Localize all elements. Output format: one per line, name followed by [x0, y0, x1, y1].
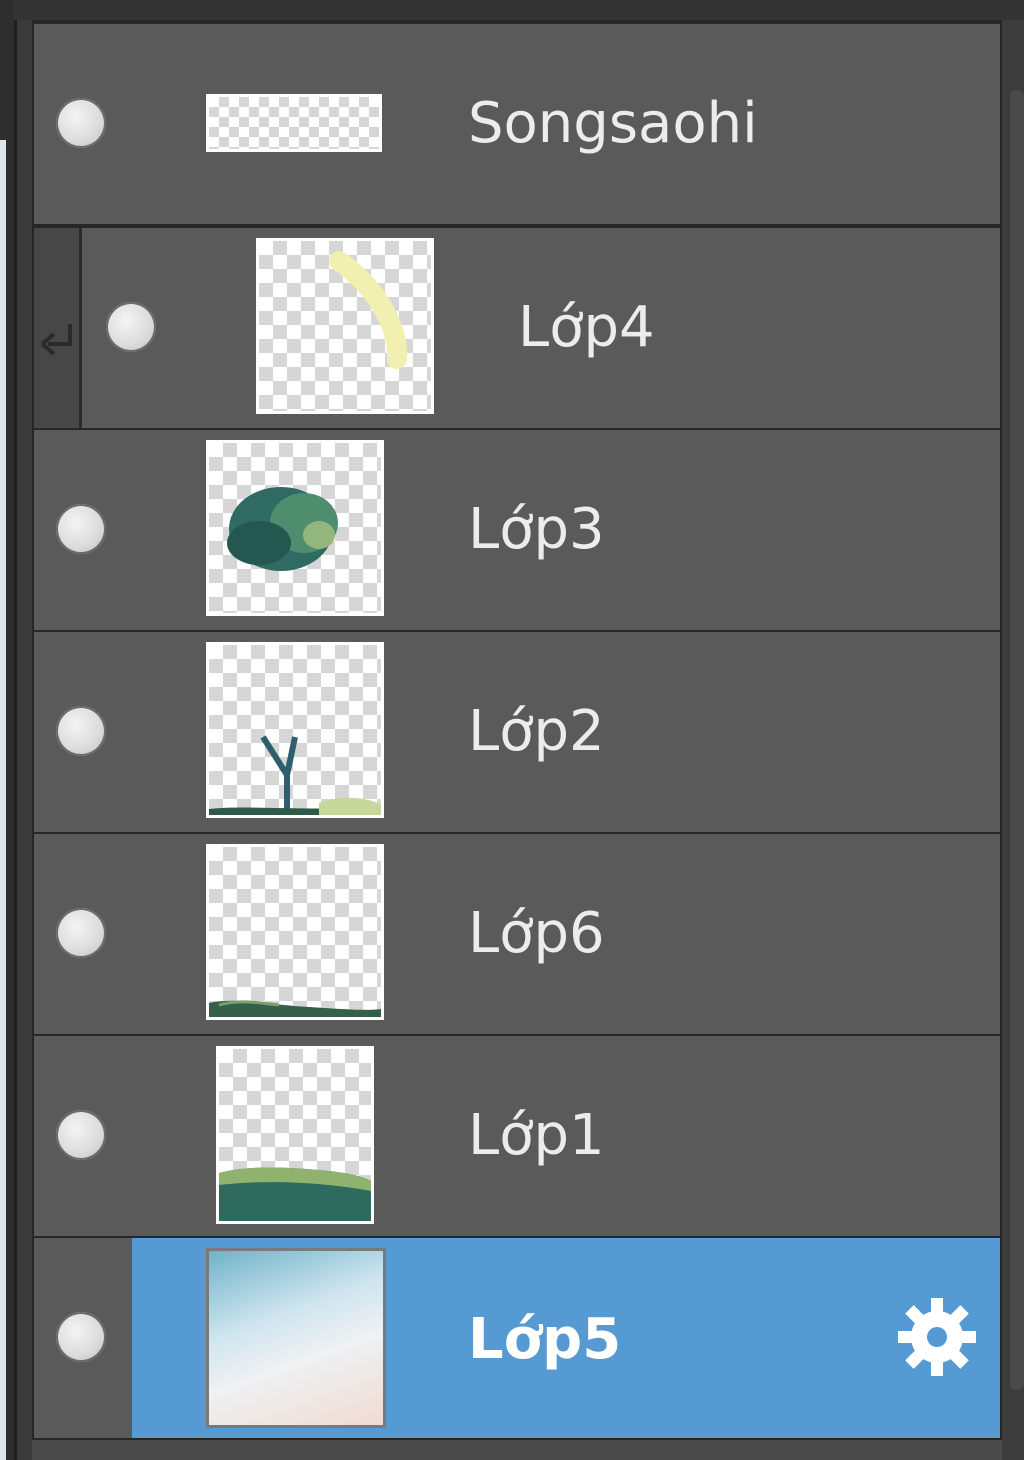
gear-icon[interactable]: [892, 1292, 982, 1382]
layer-thumbnail: [206, 1248, 386, 1428]
layer-name: Lớp4: [518, 295, 655, 360]
layer-thumbnail: [256, 238, 434, 414]
clipping-indicator: [34, 228, 82, 428]
visibility-dot-icon[interactable]: [56, 98, 106, 148]
layer-thumbnail: [206, 94, 382, 152]
yellow-stroke-art: [329, 251, 408, 369]
panel-bottom: [32, 1440, 1002, 1460]
layer-thumbnail: [206, 844, 384, 1020]
visibility-dot-icon[interactable]: [56, 1312, 106, 1362]
layer-row-lop4[interactable]: Lớp4: [32, 226, 1002, 430]
layer-name: Songsaohi: [468, 91, 758, 156]
layer-thumbnail: [216, 1046, 374, 1224]
layer-thumbnail: [206, 642, 384, 818]
visibility-dot-icon[interactable]: [106, 302, 156, 352]
grass-line-art: [209, 1000, 381, 1017]
layer-name: Lớp3: [468, 497, 605, 562]
layer-thumbnail: [206, 440, 384, 616]
hill-art: [219, 1167, 371, 1221]
layer-name: Lớp6: [468, 901, 605, 966]
visibility-dot-icon[interactable]: [56, 504, 106, 554]
layer-name: Lớp2: [468, 699, 605, 764]
layer-name: Lớp1: [468, 1103, 605, 1168]
visibility-dot-icon[interactable]: [56, 1110, 106, 1160]
tree-canopy-art: [227, 487, 338, 571]
clip-arrow-icon: [40, 324, 72, 356]
layer-row-lop5[interactable]: Lớp5: [32, 1236, 1002, 1440]
layer-name: Lớp5: [468, 1307, 622, 1372]
visibility-dot-icon[interactable]: [56, 706, 106, 756]
scrollbar[interactable]: [1002, 20, 1024, 1460]
layer-row-songsaohi[interactable]: Songsaohi: [32, 22, 1002, 226]
trunk-art: [209, 735, 381, 815]
layer-row-lop2[interactable]: Lớp2: [32, 630, 1002, 834]
visibility-dot-icon[interactable]: [56, 908, 106, 958]
layer-row-lop3[interactable]: Lớp3: [32, 428, 1002, 632]
scrollbar-thumb[interactable]: [1010, 90, 1024, 1390]
panel-top-bar: [14, 0, 1024, 20]
panel-left-edge: [0, 0, 17, 1460]
layer-row-lop1[interactable]: Lớp1: [32, 1034, 1002, 1238]
layer-row-lop6[interactable]: Lớp6: [32, 832, 1002, 1036]
